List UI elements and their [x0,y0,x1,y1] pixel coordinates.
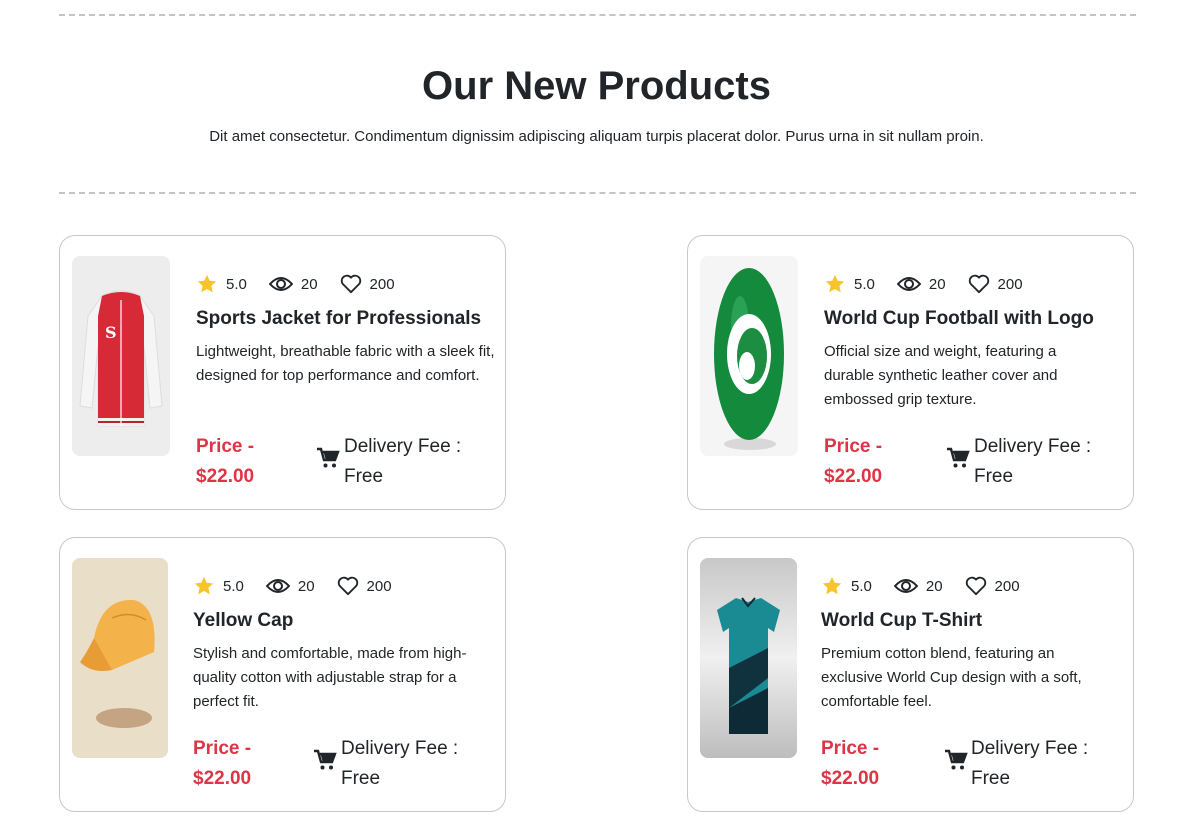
views-value: 20 [928,275,946,293]
product-description: Official size and weight, featuring a du… [824,343,1058,408]
likes-stat[interactable]: 200 [965,576,1020,596]
product-card[interactable]: S 5.0 20 200 Sports Jacket for Professio… [59,235,506,510]
price-value: $22.00 [824,466,883,487]
rating-value: 5.0 [851,577,872,595]
delivery-fee: Delivery Fee : Free [341,734,481,794]
cart-icon[interactable] [316,446,340,470]
product-card[interactable]: 5.0 20 200 World Cup Football with Logo … [687,235,1134,510]
views-value: 20 [300,275,318,293]
delivery-label: Delivery Fee : [971,738,1089,759]
product-card[interactable]: 5.0 20 200 World Cup T-Shirt Premium cot… [687,537,1134,812]
heart-icon[interactable] [965,576,987,596]
likes-stat[interactable]: 200 [968,274,1023,294]
product-image-football[interactable] [700,256,798,456]
rating-value: 5.0 [854,275,875,293]
views-stat: 20 [268,274,318,294]
likes-stat[interactable]: 200 [337,576,392,596]
delivery-label: Delivery Fee : [341,738,459,759]
views-stat: 20 [896,274,946,294]
product-price: Price - $22.00 [821,734,921,794]
product-image-tshirt[interactable] [700,558,797,758]
delivery-label: Delivery Fee : [974,436,1092,457]
rating-stat: 5.0 [824,273,875,295]
section-title: Our New Products [422,64,771,108]
section-subtitle: Dit amet consectetur. Condimentum dignis… [209,128,984,145]
price-label: Price - [824,436,883,457]
product-description: Premium cotton blend, featuring an exclu… [821,645,1082,710]
svg-text:S: S [105,323,117,342]
rating-stat: 5.0 [196,273,247,295]
eye-icon [893,579,918,593]
cart-icon[interactable] [944,748,968,772]
delivery-value: Free [974,466,1014,487]
views-stat: 20 [893,576,943,596]
cart-icon[interactable] [946,446,970,470]
product-image-cap[interactable] [72,558,168,758]
rating-stat: 5.0 [821,575,872,597]
delivery-fee: Delivery Fee : Free [974,432,1114,492]
product-image-jacket[interactable]: S [72,256,170,456]
bottom-divider [59,192,1136,194]
likes-value: 200 [994,577,1020,595]
price-label: Price - [193,738,252,759]
star-icon [197,274,217,293]
rating-value: 5.0 [226,275,247,293]
views-value: 20 [925,577,943,595]
rating-stat: 5.0 [193,575,244,597]
delivery-value: Free [341,768,381,789]
heart-icon[interactable] [337,576,359,596]
price-label: Price - [821,738,880,759]
product-description: Lightweight, breathable fabric with a sl… [196,343,495,384]
product-price: Price - $22.00 [824,432,924,492]
product-card[interactable]: 5.0 20 200 Yellow Cap Stylish and comfor… [59,537,506,812]
star-icon [822,576,842,595]
product-name[interactable]: World Cup Football with Logo [824,306,1124,332]
product-price: Price - $22.00 [196,432,296,492]
price-value: $22.00 [821,768,880,789]
star-icon [194,576,214,595]
rating-value: 5.0 [223,577,244,595]
product-description: Stylish and comfortable, made from high-… [193,645,467,710]
product-price: Price - $22.00 [193,734,293,794]
delivery-value: Free [344,466,384,487]
likes-stat[interactable]: 200 [340,274,395,294]
eye-icon [265,579,290,593]
eye-icon [268,277,293,291]
likes-value: 200 [997,275,1023,293]
likes-value: 200 [366,577,392,595]
product-name[interactable]: Sports Jacket for Professionals [196,306,496,332]
heart-icon[interactable] [968,274,990,294]
eye-icon [896,277,921,291]
views-value: 20 [297,577,315,595]
delivery-label: Delivery Fee : [344,436,462,457]
delivery-fee: Delivery Fee : Free [971,734,1111,794]
delivery-fee: Delivery Fee : Free [344,432,484,492]
delivery-value: Free [971,768,1011,789]
cart-icon[interactable] [313,748,337,772]
price-value: $22.00 [196,466,255,487]
heart-icon[interactable] [340,274,362,294]
views-stat: 20 [265,576,315,596]
top-divider [59,14,1136,16]
price-label: Price - [196,436,255,457]
product-name[interactable]: World Cup T-Shirt [821,608,1121,634]
price-value: $22.00 [193,768,252,789]
star-icon [825,274,845,293]
likes-value: 200 [369,275,395,293]
product-name[interactable]: Yellow Cap [193,608,493,634]
